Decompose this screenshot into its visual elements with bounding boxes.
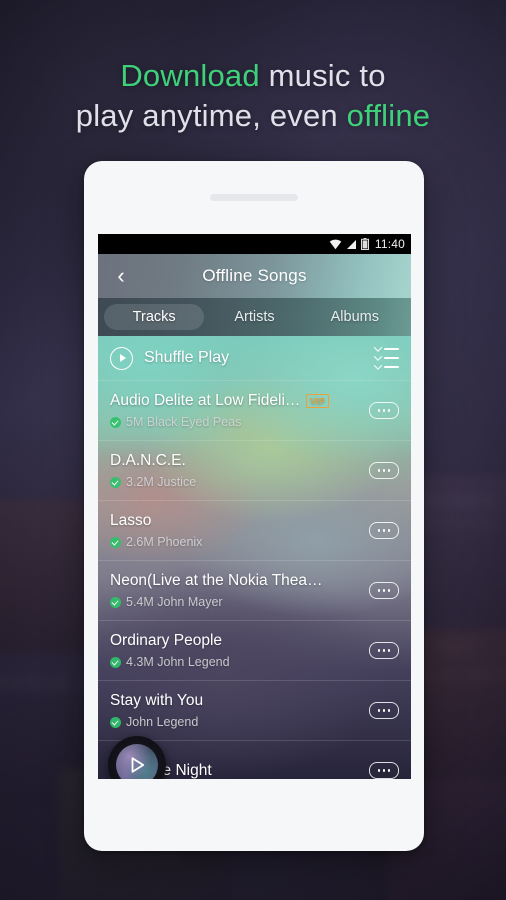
more-options-icon[interactable]	[369, 582, 399, 599]
green-check-icon	[110, 716, 121, 728]
tab-tracks[interactable]: Tracks	[104, 304, 205, 330]
table-row[interactable]: Audio Delite at Low Fideli… VIP 5M Black…	[98, 380, 411, 440]
list-content: Shuffle Play Audio Delite at Low Fideli……	[98, 336, 411, 779]
song-title-line: D.A.N.C.E.	[110, 452, 361, 470]
song-meta-line: 3.2M Justice	[110, 475, 361, 489]
phone-mockup: 11:40 ‹ Offline Songs Tracks Artists Alb…	[84, 161, 424, 851]
circled-play-icon	[110, 346, 133, 370]
song-list: Shuffle Play Audio Delite at Low Fideli……	[98, 336, 411, 779]
song-title-line: Stay with You	[110, 692, 361, 710]
battery-icon	[360, 238, 369, 250]
headline-accent-download: Download	[120, 58, 260, 93]
song-meta: John Legend	[126, 715, 199, 729]
song-text: Stay with You John Legend	[110, 692, 361, 729]
headline-accent-offline: offline	[346, 98, 431, 133]
song-title: Audio Delite at Low Fideli…	[110, 392, 301, 409]
headline-line-2: play anytime, even offline	[0, 96, 506, 136]
song-title: Lasso	[110, 512, 152, 529]
song-title: Ordinary People	[110, 632, 223, 649]
green-check-icon	[110, 656, 121, 668]
song-title-line: Neon(Live at the Nokia Thea…	[110, 572, 361, 590]
song-meta-line: 5.4M John Mayer	[110, 595, 361, 609]
song-text: D.A.N.C.E. 3.2M Justice	[110, 452, 361, 489]
song-text: Audio Delite at Low Fideli… VIP 5M Black…	[110, 392, 361, 429]
song-meta: 3.2M Justice	[126, 475, 197, 489]
song-meta: 2.6M Phoenix	[126, 535, 203, 549]
green-check-icon	[110, 476, 121, 488]
wifi-icon	[329, 239, 342, 250]
play-triangle-icon	[131, 757, 145, 773]
tab-artists[interactable]: Artists	[204, 304, 304, 330]
song-meta-line: 4.3M John Legend	[110, 655, 361, 669]
more-options-icon[interactable]	[369, 522, 399, 539]
status-clock: 11:40	[374, 237, 405, 251]
shuffle-play-row[interactable]: Shuffle Play	[98, 336, 411, 380]
song-meta-line: 2.6M Phoenix	[110, 535, 361, 549]
album-art-thumbnail	[116, 744, 158, 779]
android-status-bar: 11:40	[98, 234, 411, 254]
tab-albums[interactable]: Albums	[305, 304, 405, 330]
song-meta-line: 5M Black Eyed Peas	[110, 415, 361, 429]
app-header: ‹ Offline Songs	[98, 254, 411, 298]
vip-badge: VIP	[306, 393, 330, 409]
song-text: Lasso 2.6M Phoenix	[110, 512, 361, 549]
table-row[interactable]: Stay with You John Legend	[98, 680, 411, 740]
playlist-checklist-icon[interactable]	[373, 343, 399, 370]
song-meta: 5.4M John Mayer	[126, 595, 223, 609]
page-title: Offline Songs	[202, 266, 307, 285]
headline-line-1: Download music to	[0, 56, 506, 96]
song-meta: 4.3M John Legend	[126, 655, 230, 669]
song-meta: 5M Black Eyed Peas	[126, 415, 242, 429]
song-title-line: Lasso	[110, 512, 361, 530]
song-meta-line: John Legend	[110, 715, 361, 729]
headline-line-2-rest: play anytime, even	[75, 98, 347, 133]
signal-icon	[346, 239, 357, 250]
song-title: Stay with You	[110, 692, 204, 709]
back-chevron-icon[interactable]: ‹	[98, 254, 144, 298]
page-headline: Download music to play anytime, even off…	[0, 56, 506, 136]
table-row[interactable]: Lasso 2.6M Phoenix	[98, 500, 411, 560]
song-title-line: Ordinary People	[110, 632, 361, 650]
headline-line-1-rest: music to	[259, 58, 386, 93]
shuffle-play-label: Shuffle Play	[144, 349, 230, 366]
song-title: D.A.N.C.E.	[110, 452, 186, 469]
song-title: Neon(Live at the Nokia Thea…	[110, 572, 323, 589]
more-options-icon[interactable]	[369, 702, 399, 719]
table-row[interactable]: Ordinary People 4.3M John Legend	[98, 620, 411, 680]
table-row[interactable]: Neon(Live at the Nokia Thea… 5.4M John M…	[98, 560, 411, 620]
tab-bar: Tracks Artists Albums	[98, 298, 411, 336]
green-check-icon	[110, 536, 121, 548]
more-options-icon[interactable]	[369, 402, 399, 419]
phone-screen: 11:40 ‹ Offline Songs Tracks Artists Alb…	[98, 234, 411, 779]
more-options-icon[interactable]	[369, 642, 399, 659]
green-check-icon	[110, 596, 121, 608]
green-check-icon	[110, 416, 121, 428]
song-text: Neon(Live at the Nokia Thea… 5.4M John M…	[110, 572, 361, 609]
more-options-icon[interactable]	[369, 762, 399, 779]
more-options-icon[interactable]	[369, 462, 399, 479]
song-text: Ordinary People 4.3M John Legend	[110, 632, 361, 669]
song-title-line: Audio Delite at Low Fideli… VIP	[110, 392, 361, 410]
table-row[interactable]: D.A.N.C.E. 3.2M Justice	[98, 440, 411, 500]
earpiece-speaker	[210, 194, 298, 201]
